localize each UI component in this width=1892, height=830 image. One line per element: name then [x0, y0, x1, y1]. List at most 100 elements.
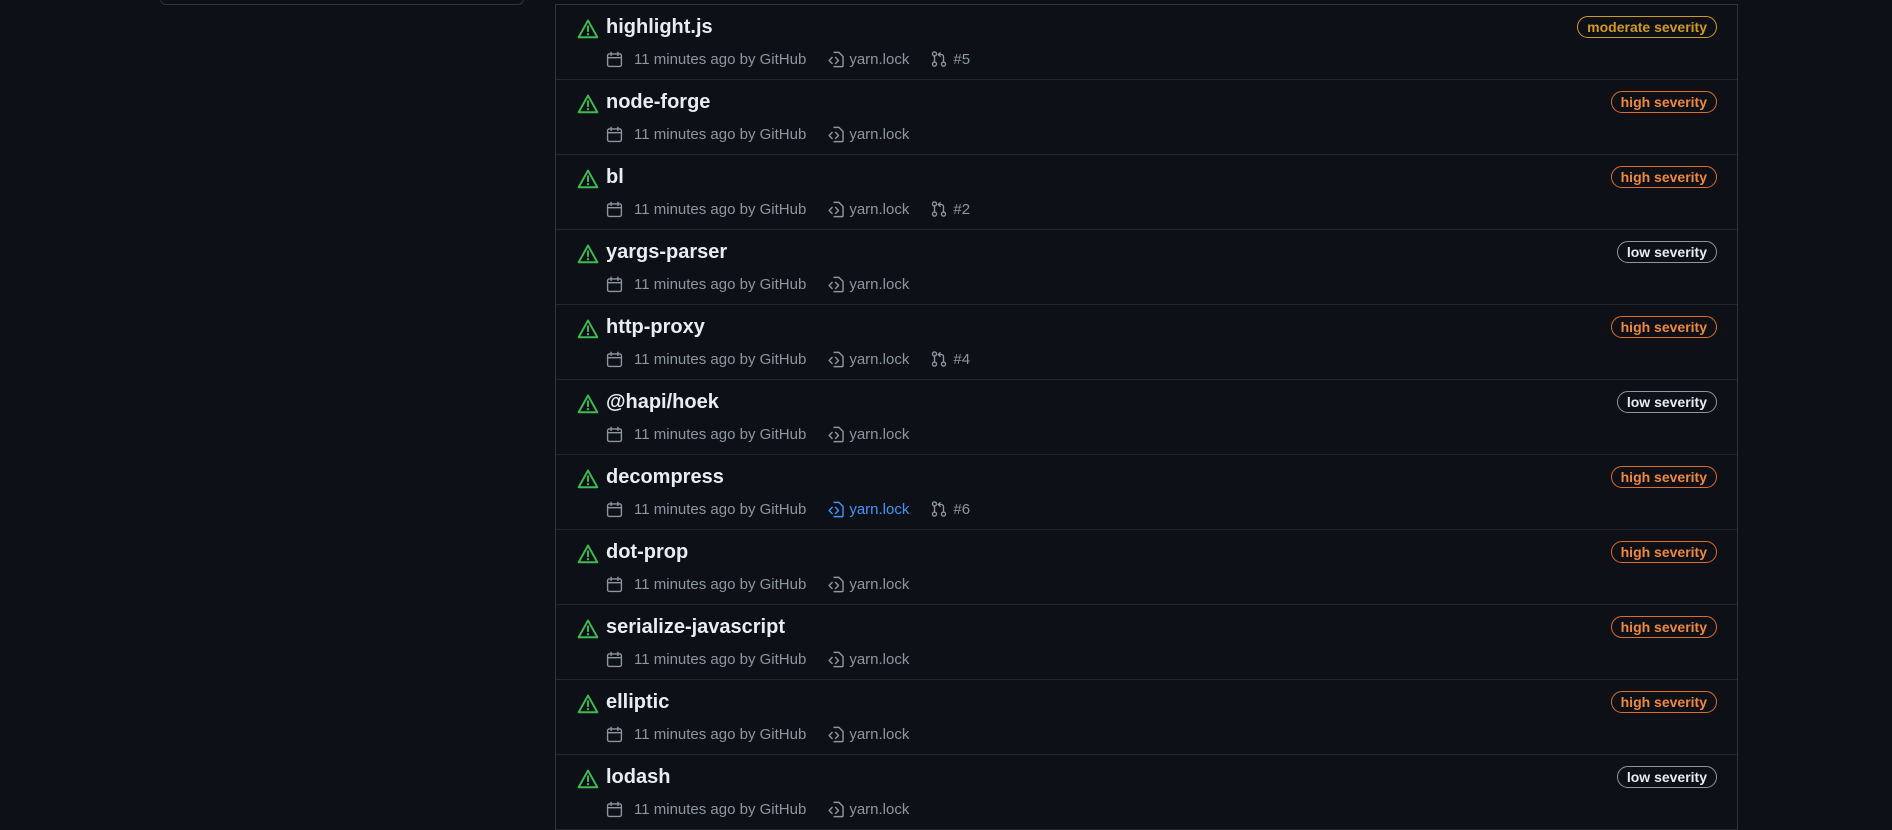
calendar-icon — [606, 51, 623, 67]
manifest-file[interactable]: yarn.lock — [827, 275, 909, 294]
alert-row[interactable]: highlight.js 11 minutes ago by GitHub ya… — [556, 5, 1737, 80]
manifest-file[interactable]: yarn.lock — [827, 800, 909, 819]
manifest-file-name[interactable]: yarn.lock — [849, 651, 909, 668]
alert-icon — [577, 544, 599, 564]
alert-package-name[interactable]: yargs-parser — [606, 241, 727, 264]
pull-request-number[interactable]: #2 — [953, 201, 970, 218]
calendar-icon — [606, 201, 623, 217]
alert-package-name[interactable]: serialize-javascript — [606, 616, 785, 639]
alert-row[interactable]: serialize-javascript 11 minutes ago by G… — [556, 605, 1737, 680]
file-code-icon — [828, 51, 845, 67]
pull-request-number[interactable]: #6 — [953, 501, 970, 518]
manifest-file-name[interactable]: yarn.lock — [849, 501, 909, 518]
manifest-file[interactable]: yarn.lock — [827, 350, 909, 369]
severity-badge: low severity — [1616, 391, 1717, 413]
manifest-file-name[interactable]: yarn.lock — [849, 426, 909, 443]
manifest-file-name[interactable]: yarn.lock — [849, 51, 909, 68]
alert-icon — [577, 94, 599, 114]
severity-badge: moderate severity — [1577, 16, 1717, 38]
manifest-file-name[interactable]: yarn.lock — [849, 126, 909, 143]
pull-request-ref[interactable]: #6 — [930, 500, 970, 518]
alert-package-name[interactable]: http-proxy — [606, 316, 705, 339]
pull-request-number[interactable]: #5 — [953, 51, 970, 68]
file-code-icon — [828, 351, 845, 367]
alert-row[interactable]: dot-prop 11 minutes ago by GitHub yarn.l… — [556, 530, 1737, 605]
calendar-icon — [606, 426, 623, 442]
alert-row[interactable]: yargs-parser 11 minutes ago by GitHub ya… — [556, 230, 1737, 305]
alert-icon — [577, 319, 599, 339]
alert-package-name[interactable]: decompress — [606, 466, 724, 489]
alert-list: highlight.js 11 minutes ago by GitHub ya… — [555, 4, 1738, 830]
severity-badge: high severity — [1610, 166, 1717, 188]
alert-row[interactable]: lodash 11 minutes ago by GitHub yarn.loc… — [556, 755, 1737, 830]
alert-time: 11 minutes ago by GitHub — [634, 200, 807, 218]
manifest-file-name[interactable]: yarn.lock — [849, 276, 909, 293]
alert-package-name[interactable]: @hapi/hoek — [606, 391, 719, 414]
alert-row[interactable]: @hapi/hoek 11 minutes ago by GitHub yarn… — [556, 380, 1737, 455]
manifest-file[interactable]: yarn.lock — [827, 50, 909, 69]
file-code-icon — [828, 276, 845, 292]
manifest-file[interactable]: yarn.lock — [827, 500, 909, 519]
alert-icon — [577, 694, 599, 714]
manifest-file[interactable]: yarn.lock — [827, 650, 909, 669]
alert-row[interactable]: node-forge 11 minutes ago by GitHub yarn… — [556, 80, 1737, 155]
alert-time: 11 minutes ago by GitHub — [634, 725, 807, 743]
severity-badge: low severity — [1616, 766, 1717, 788]
alert-icon — [577, 469, 599, 489]
pull-request-ref[interactable]: #4 — [930, 350, 970, 368]
alert-time: 11 minutes ago by GitHub — [634, 800, 807, 818]
alert-meta: 11 minutes ago by GitHub yarn.lock — [606, 723, 909, 745]
manifest-file[interactable]: yarn.lock — [827, 725, 909, 744]
pull-request-number[interactable]: #4 — [953, 351, 970, 368]
calendar-icon — [606, 126, 623, 142]
file-code-icon — [828, 126, 845, 142]
pull-request-ref[interactable]: #2 — [930, 200, 970, 218]
alert-package-name[interactable]: dot-prop — [606, 541, 688, 564]
alert-row[interactable]: bl 11 minutes ago by GitHub yarn.lock #2… — [556, 155, 1737, 230]
calendar-icon — [606, 651, 623, 667]
pull-request-icon — [932, 501, 947, 517]
alert-row[interactable]: decompress 11 minutes ago by GitHub yarn… — [556, 455, 1737, 530]
severity-badge: high severity — [1610, 616, 1717, 638]
alert-time: 11 minutes ago by GitHub — [634, 50, 807, 68]
alert-meta: 11 minutes ago by GitHub yarn.lock #2 — [606, 198, 970, 220]
manifest-file-name[interactable]: yarn.lock — [849, 201, 909, 218]
alert-time: 11 minutes ago by GitHub — [634, 275, 807, 293]
alert-meta: 11 minutes ago by GitHub yarn.lock #6 — [606, 498, 970, 520]
manifest-file[interactable]: yarn.lock — [827, 200, 909, 219]
manifest-file[interactable]: yarn.lock — [827, 575, 909, 594]
severity-badge: high severity — [1610, 466, 1717, 488]
file-code-icon — [828, 501, 845, 517]
alert-package-name[interactable]: highlight.js — [606, 16, 713, 39]
severity-badge: high severity — [1610, 316, 1717, 338]
manifest-file[interactable]: yarn.lock — [827, 425, 909, 444]
alert-row[interactable]: elliptic 11 minutes ago by GitHub yarn.l… — [556, 680, 1737, 755]
pull-request-ref[interactable]: #5 — [930, 50, 970, 68]
manifest-file-name[interactable]: yarn.lock — [849, 351, 909, 368]
alert-package-name[interactable]: lodash — [606, 766, 670, 789]
file-code-icon — [828, 576, 845, 592]
manifest-file-name[interactable]: yarn.lock — [849, 726, 909, 743]
calendar-icon — [606, 576, 623, 592]
manifest-file[interactable]: yarn.lock — [827, 125, 909, 144]
file-code-icon — [828, 201, 845, 217]
manifest-file-name[interactable]: yarn.lock — [849, 576, 909, 593]
pull-request-icon — [932, 351, 947, 367]
alert-package-name[interactable]: bl — [606, 166, 624, 189]
alert-package-name[interactable]: node-forge — [606, 91, 710, 114]
severity-badge: high severity — [1610, 541, 1717, 563]
alert-icon — [577, 394, 599, 414]
sidebar-panel — [160, 0, 524, 5]
manifest-file-name[interactable]: yarn.lock — [849, 801, 909, 818]
alert-meta: 11 minutes ago by GitHub yarn.lock #5 — [606, 48, 970, 70]
alert-meta: 11 minutes ago by GitHub yarn.lock — [606, 273, 909, 295]
alert-row[interactable]: http-proxy 11 minutes ago by GitHub yarn… — [556, 305, 1737, 380]
alert-time: 11 minutes ago by GitHub — [634, 575, 807, 593]
alert-time: 11 minutes ago by GitHub — [634, 500, 807, 518]
alert-icon — [577, 169, 599, 189]
alert-package-name[interactable]: elliptic — [606, 691, 669, 714]
pull-request-icon — [932, 201, 947, 217]
file-code-icon — [828, 651, 845, 667]
alert-meta: 11 minutes ago by GitHub yarn.lock — [606, 123, 909, 145]
pull-request-icon — [932, 51, 947, 67]
